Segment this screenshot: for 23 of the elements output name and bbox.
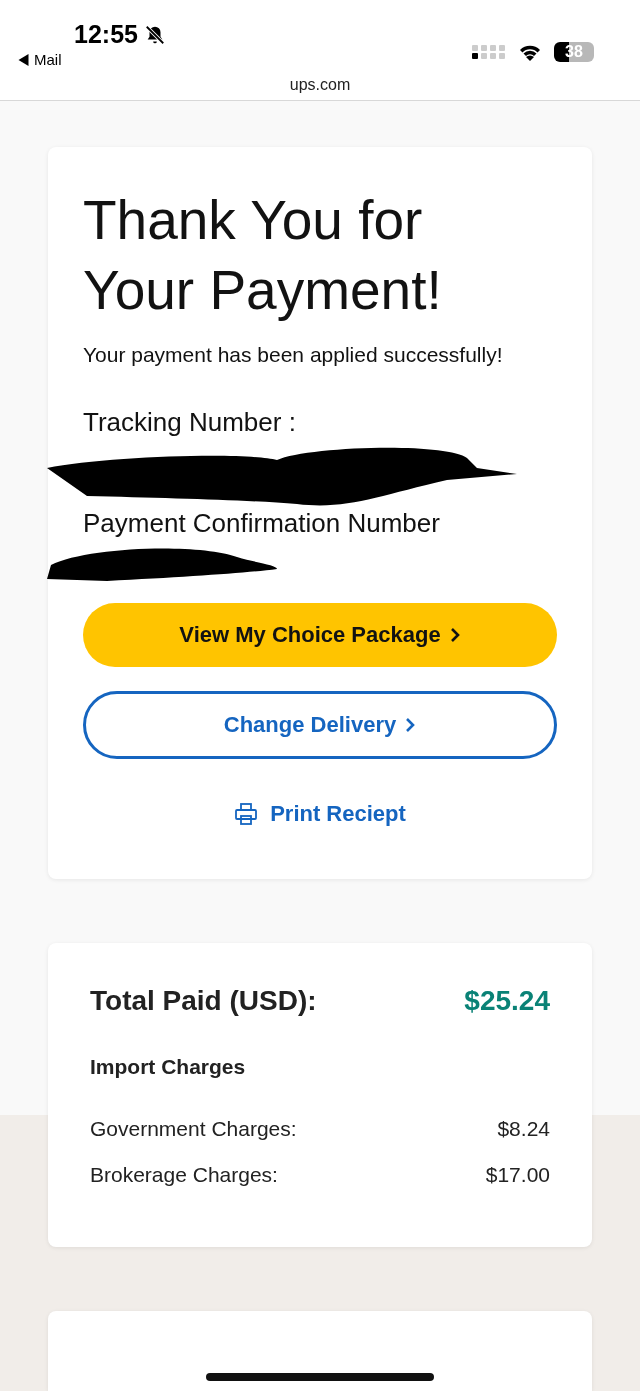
- total-paid-label: Total Paid (USD):: [90, 985, 317, 1017]
- clock: 12:55: [74, 20, 166, 49]
- back-triangle-icon: [18, 53, 29, 66]
- view-package-button[interactable]: View My Choice Package: [83, 603, 557, 667]
- charge-amount: $8.24: [497, 1117, 550, 1141]
- address-bar-url[interactable]: ups.com: [289, 76, 351, 94]
- tracking-label: Tracking Number :: [83, 407, 297, 438]
- total-paid-amount: $25.24: [464, 985, 550, 1017]
- chevron-right-icon: [404, 717, 417, 733]
- back-to-app-link[interactable]: Mail: [18, 51, 166, 68]
- charge-amount: $17.00: [485, 1163, 550, 1187]
- signal-icon: [472, 44, 506, 60]
- charge-label: Government Charges:: [90, 1117, 297, 1141]
- section-heading: Import Charges: [90, 1055, 247, 1079]
- chevron-right-icon: [448, 627, 461, 643]
- page-title: Thank You for Your Payment!: [83, 188, 443, 323]
- charge-label: Brokerage Charges:: [90, 1163, 278, 1187]
- printer-icon: [234, 802, 259, 826]
- success-message: Your payment has been applied successfully!: [83, 343, 504, 367]
- confirmation-number-label: Payment Confirmation Number: [83, 508, 441, 539]
- change-delivery-button[interactable]: Change Delivery: [83, 691, 557, 759]
- print-receipt-link[interactable]: Print Reciept: [234, 801, 406, 827]
- wifi-icon: [518, 43, 542, 61]
